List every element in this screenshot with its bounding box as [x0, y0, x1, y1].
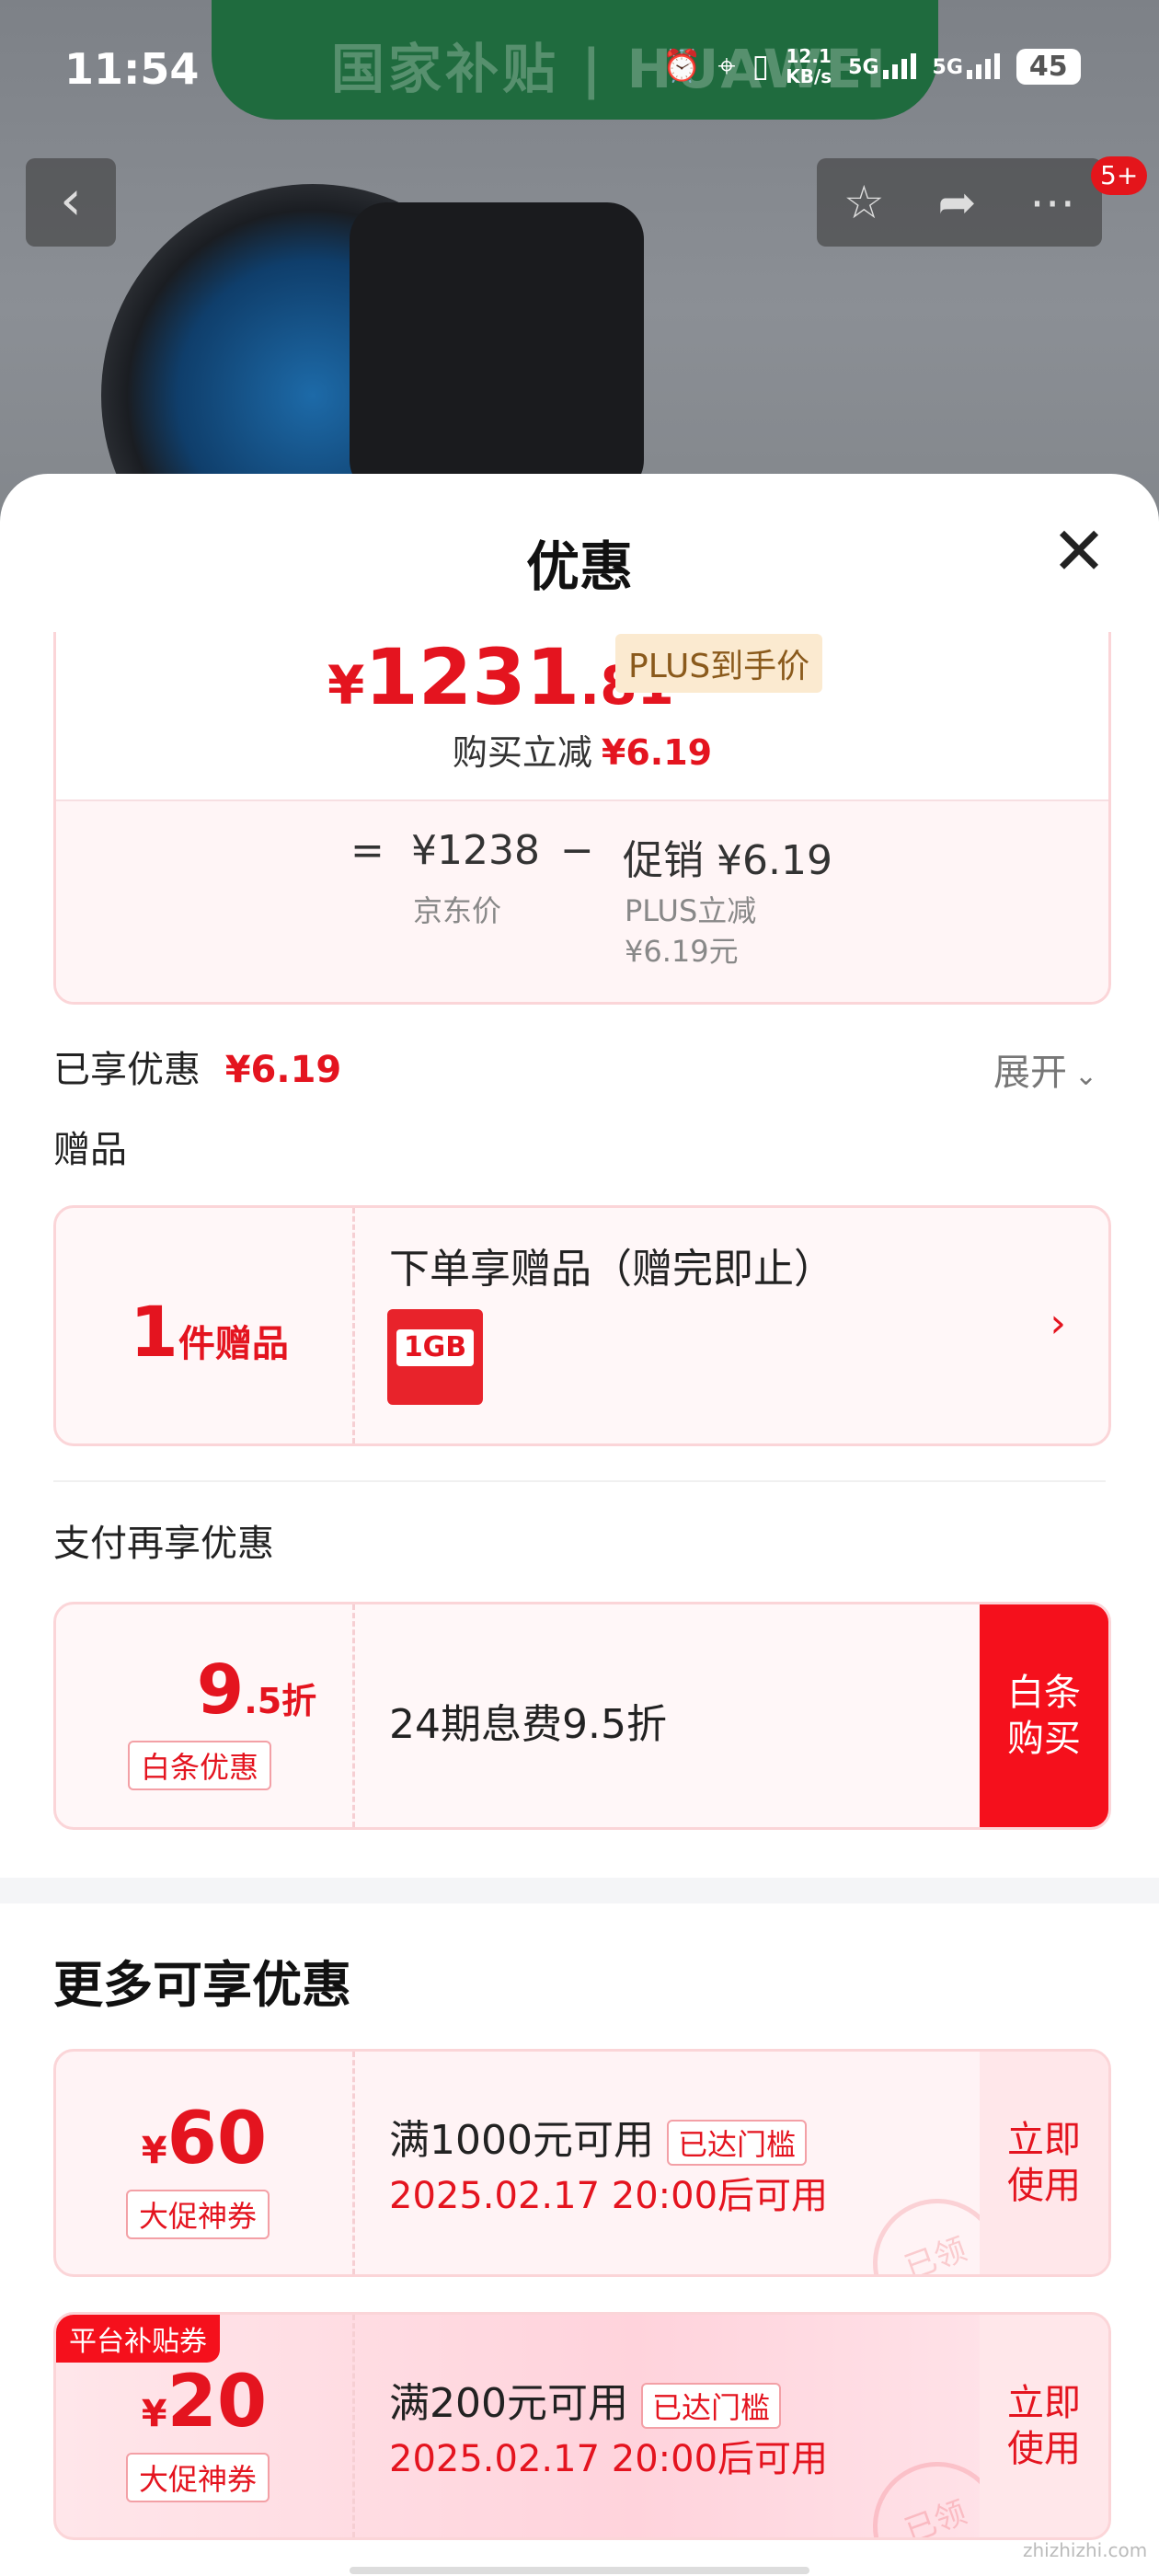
- watch-strap-image: [350, 202, 644, 497]
- coupon-amount-value: 20: [166, 2361, 268, 2444]
- price-breakdown: = ¥1238 京东价 − 促销 ¥6.19 PLUS立减 ¥6.19元: [56, 799, 1108, 1002]
- baitiao-discount: 9.5折: [146, 1650, 367, 1730]
- vibrate-icon: ▯: [752, 48, 770, 85]
- more-discounts-title: 更多可享优惠: [53, 1956, 351, 2014]
- location-icon: ⌖: [717, 48, 736, 85]
- plus-price-tag: PLUS到手价: [615, 634, 823, 693]
- enjoyed-label: 已享优惠: [53, 1049, 201, 1091]
- home-indicator[interactable]: [350, 2567, 809, 2574]
- more-badge: 5+: [1091, 156, 1148, 195]
- back-button[interactable]: ‹: [26, 158, 116, 247]
- discount-sheet: 优惠 ✕ ¥1231.81 PLUS到手价 购买立减¥6.19 = ¥1238 …: [0, 474, 1159, 2576]
- platform-subsidy-tag: 平台补贴券: [56, 2315, 220, 2363]
- section-gap: [0, 1878, 1159, 1903]
- minus-sign: −: [560, 827, 594, 874]
- coupon-condition-text: 满1000元可用: [389, 2117, 654, 2164]
- net-speed: 12.1 KB/s: [786, 46, 832, 86]
- alarm-icon: ⏰: [662, 48, 702, 85]
- sheet-title: 优惠: [525, 535, 633, 598]
- coupon-time: 2025.02.17 20:00后可用: [389, 2175, 829, 2217]
- coupon-amount: ¥20: [56, 2361, 352, 2444]
- coupon-yen: ¥: [141, 2130, 167, 2172]
- net-speed-unit: KB/s: [786, 65, 832, 87]
- coupon-condition-text: 满200元可用: [389, 2380, 628, 2427]
- baitiao-card: 9.5折 白条优惠 24期息费9.5折 白条购买: [53, 1602, 1111, 1830]
- gift-card[interactable]: 1件赠品 下单享赠品（赠完即止） 1GB ›: [53, 1205, 1111, 1446]
- gift-image: 1GB: [387, 1309, 483, 1405]
- threshold-reached-badge: 已达门槛: [666, 2120, 807, 2166]
- net-speed-value: 12.1: [786, 45, 832, 67]
- discount-unit: .5折: [244, 1681, 317, 1721]
- enjoyed-value: ¥6.19: [224, 1049, 342, 1091]
- plus-reduce-value: ¥6.19元: [625, 934, 739, 969]
- gift-count: 1件赠品: [130, 1291, 289, 1373]
- top-actions: ☆ ➦ ⋯: [817, 158, 1102, 247]
- share-icon[interactable]: ➦: [937, 176, 976, 229]
- coupon-tag: 大促神券: [126, 2190, 270, 2239]
- enjoyed-discount: 已享优惠 ¥6.19: [53, 1040, 341, 1093]
- coupon-condition: 满1000元可用 已达门槛: [389, 2107, 807, 2166]
- gift-image-label: 1GB: [396, 1329, 474, 1366]
- signal-bars-icon: [966, 53, 1000, 79]
- promo-label: 促销: [623, 837, 704, 884]
- use-now-label: 立即使用: [1007, 2382, 1081, 2470]
- equals-sign: =: [350, 827, 384, 874]
- gift-title: 下单享赠品（赠完即止）: [389, 1246, 834, 1293]
- yen-symbol: ¥: [327, 654, 365, 717]
- sim1-label: 5G: [848, 56, 879, 79]
- baitiao-buy-button[interactable]: 白条购买: [980, 1604, 1108, 1827]
- buy-reduce-label: 购买立减: [452, 732, 592, 773]
- discount-int: 9: [196, 1650, 245, 1730]
- close-icon[interactable]: ✕: [1047, 518, 1111, 586]
- use-now-button[interactable]: 立即使用: [980, 2315, 1108, 2537]
- coupon-amount: ¥60: [56, 2098, 352, 2180]
- baitiao-tag: 白条优惠: [128, 1741, 272, 1790]
- divider: [53, 1480, 1106, 1482]
- pay-section-title: 支付再享优惠: [53, 1523, 274, 1565]
- chevron-left-icon: ‹: [60, 168, 82, 233]
- price-integer: 1231: [364, 632, 580, 722]
- baitiao-buy-label: 白条购买: [1007, 1672, 1081, 1760]
- coupon-card: 平台补贴券 ¥20 大促神券 满200元可用 已达门槛 2025.02.17 20…: [53, 2312, 1111, 2540]
- gift-section-title: 赠品: [53, 1129, 127, 1171]
- plus-reduce-label: PLUS立减: [625, 893, 757, 928]
- battery-icon: 45: [1016, 48, 1081, 85]
- more-icon[interactable]: ⋯: [1029, 176, 1075, 229]
- jd-price-label: 京东价: [413, 893, 502, 928]
- gift-count-number: 1: [130, 1291, 178, 1373]
- sim2-label: 5G: [932, 56, 963, 79]
- clock: 11:54: [64, 44, 200, 94]
- coupon-time: 2025.02.17 20:00后可用: [389, 2438, 829, 2480]
- star-icon[interactable]: ☆: [843, 176, 885, 229]
- chevron-down-icon: ⌄: [1074, 1060, 1098, 1092]
- promo-value: ¥6.19: [717, 837, 832, 884]
- price-card: ¥1231.81 PLUS到手价 购买立减¥6.19 = ¥1238 京东价 −…: [53, 632, 1111, 1005]
- coupon-card: ¥60 大促神券 满1000元可用 已达门槛 2025.02.17 20:00后可…: [53, 2049, 1111, 2277]
- buy-reduce-value: ¥6.19: [601, 732, 713, 773]
- expand-button[interactable]: 展开 ⌄: [993, 1042, 1097, 1096]
- baitiao-desc: 24期息费9.5折: [389, 1701, 667, 1748]
- signal-bars-icon: [882, 53, 916, 79]
- gift-count-unit: 件赠品: [178, 1323, 289, 1365]
- coupon-condition: 满200元可用 已达门槛: [389, 2370, 781, 2429]
- coupon-tag: 大促神券: [126, 2453, 270, 2502]
- expand-label: 展开: [993, 1052, 1067, 1094]
- watermark: zhizhizhi.com: [1023, 2539, 1148, 2561]
- buy-reduce: 购买立减 ¥6.19: [56, 724, 1108, 775]
- jd-price-value: ¥1238: [411, 827, 540, 874]
- chevron-right-icon: ›: [1050, 1300, 1066, 1347]
- coupon-yen: ¥: [141, 2393, 167, 2435]
- use-now-button[interactable]: 立即使用: [980, 2052, 1108, 2274]
- promo: 促销 ¥6.19: [623, 827, 832, 886]
- signal-sim2: 5G: [933, 53, 1000, 79]
- threshold-reached-badge: 已达门槛: [640, 2383, 781, 2429]
- use-now-label: 立即使用: [1007, 2119, 1081, 2207]
- coupon-amount-value: 60: [166, 2098, 268, 2180]
- signal-sim1: 5G: [848, 53, 916, 79]
- status-bar: 11:54 ⏰ ⌖ ▯ 12.1 KB/s 5G 5G 45: [0, 0, 1159, 138]
